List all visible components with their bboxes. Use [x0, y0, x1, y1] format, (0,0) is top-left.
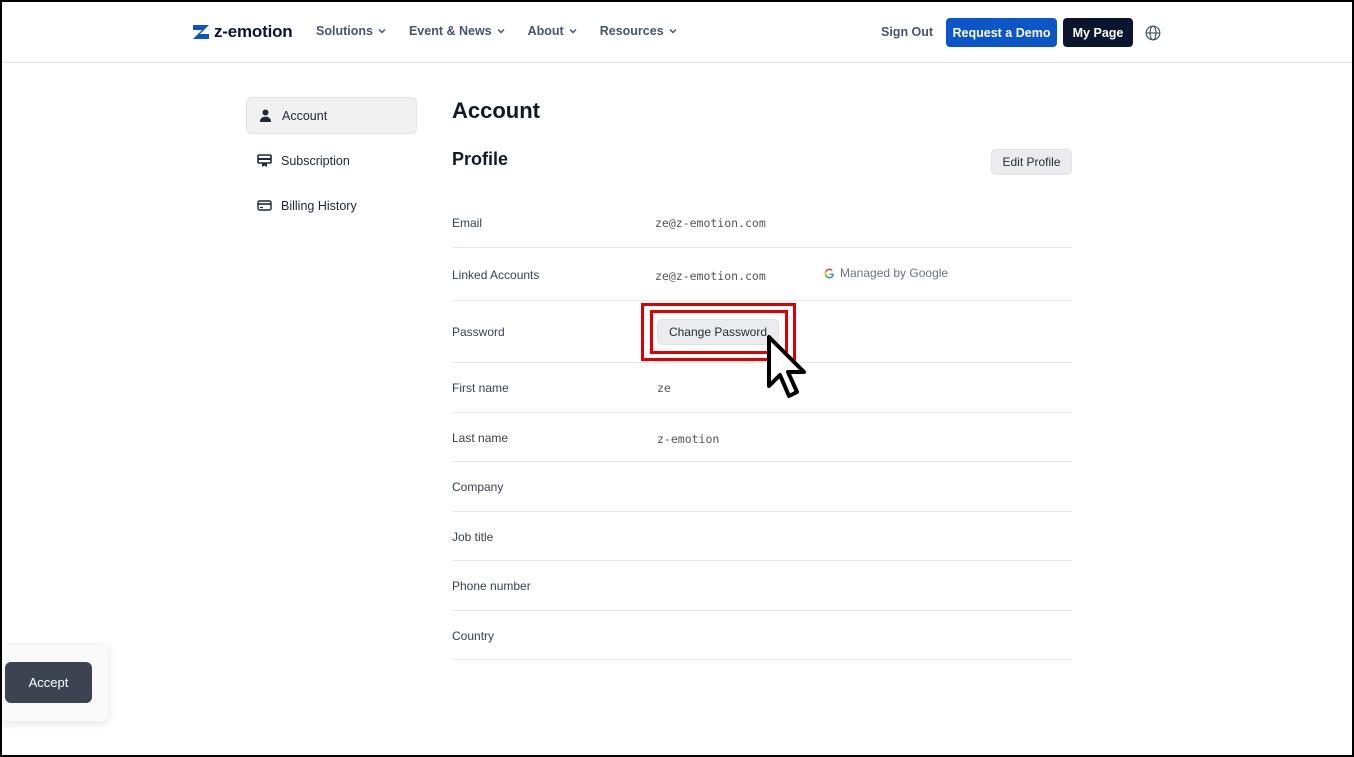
mouse-pointer-icon — [767, 335, 806, 398]
row-label: Country — [452, 629, 495, 643]
sidebar-item-label: Account — [282, 108, 328, 123]
page-title: Account — [452, 98, 540, 123]
profile-row-last-name: Last name z-emotion — [452, 413, 1072, 462]
managed-text: Managed by Google — [840, 266, 949, 280]
nav-solutions[interactable]: Solutions — [316, 24, 387, 38]
nav-label: About — [527, 24, 564, 38]
chevron-down-icon — [669, 28, 677, 34]
nav-about[interactable]: About — [528, 24, 578, 38]
row-label: First name — [452, 381, 509, 395]
profile-row-job-title: Job title — [452, 512, 1072, 561]
row-label: Job title — [452, 530, 494, 544]
nav-label: Resources — [599, 24, 664, 38]
logo-text: z-emotion — [214, 22, 293, 41]
request-demo-button[interactable]: Request a Demo — [946, 18, 1057, 47]
chevron-down-icon — [378, 28, 386, 34]
nav-resources[interactable]: Resources — [600, 24, 678, 38]
nav-label: Event & News — [408, 24, 492, 38]
profile-row-first-name: First name ze — [452, 363, 1072, 413]
sign-out-link[interactable]: Sign Out — [881, 25, 933, 39]
sidebar-item-subscription[interactable]: Subscription — [246, 142, 417, 179]
logo[interactable]: z-emotion — [192, 22, 293, 42]
profile-row-company: Company — [452, 462, 1072, 512]
chevron-down-icon — [497, 28, 505, 34]
row-label: Last name — [452, 431, 509, 445]
sidebar-item-label: Subscription — [281, 153, 350, 168]
sidebar-item-billing-history[interactable]: Billing History — [246, 187, 417, 224]
credit-card-icon — [257, 200, 272, 211]
section-title: Profile — [452, 149, 509, 169]
edit-profile-button[interactable]: Edit Profile — [991, 149, 1072, 175]
profile-row-country: Country — [452, 611, 1072, 660]
nav-event-news[interactable]: Event & News — [409, 24, 506, 38]
globe-icon[interactable] — [1145, 25, 1161, 41]
linked-email-value: ze@z-emotion.com — [655, 269, 766, 283]
accept-cookies-button[interactable]: Accept — [5, 662, 92, 703]
row-label: Company — [452, 480, 504, 494]
google-icon — [824, 268, 835, 278]
email-value: ze@z-emotion.com — [655, 216, 766, 230]
main-nav: Solutions Event & News About Resources — [316, 24, 678, 38]
z-logo-icon — [193, 25, 209, 39]
account-sidebar: Account Subscription Billing History — [246, 97, 417, 232]
chevron-down-icon — [569, 28, 577, 34]
profile-row-email: Email ze@z-emotion.com — [452, 197, 1072, 248]
subscription-icon — [257, 154, 272, 167]
profile-row-phone: Phone number — [452, 561, 1072, 611]
profile-row-linked-accounts: Linked Accounts ze@z-emotion.com Managed… — [452, 248, 1072, 301]
my-page-button[interactable]: My Page — [1063, 18, 1133, 47]
sidebar-item-label: Billing History — [281, 198, 357, 213]
nav-label: Solutions — [316, 24, 373, 38]
managed-by-google: Managed by Google — [824, 266, 948, 280]
row-label: Linked Accounts — [452, 268, 540, 282]
row-label: Phone number — [452, 579, 531, 593]
sidebar-item-account[interactable]: Account — [246, 97, 417, 134]
last-name-value: z-emotion — [657, 432, 720, 446]
user-icon — [260, 109, 271, 122]
row-label: Email — [452, 216, 483, 230]
row-label: Password — [452, 325, 505, 339]
first-name-value: ze — [657, 381, 671, 395]
top-navbar: z-emotion Solutions Event & News About R… — [0, 0, 1354, 63]
cookie-banner: Accept — [0, 645, 108, 721]
